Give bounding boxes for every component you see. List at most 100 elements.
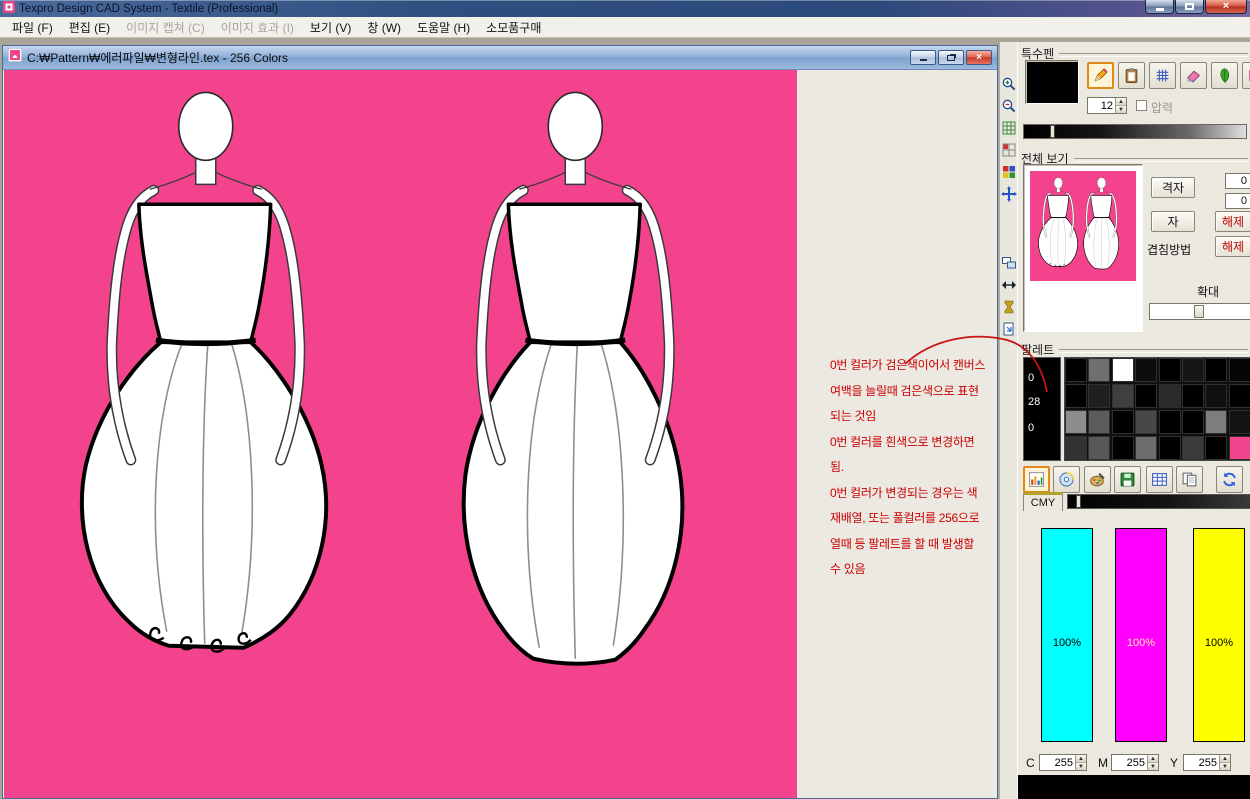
pen-tool-leaf-button[interactable] <box>1211 62 1238 89</box>
palette-swatch[interactable] <box>1205 410 1227 434</box>
palette-swatch[interactable] <box>1182 358 1204 382</box>
drawing-canvas[interactable] <box>4 70 797 799</box>
palette-swatch[interactable] <box>1065 436 1087 460</box>
palette-swatch[interactable] <box>1065 410 1087 434</box>
pen-size-spinner[interactable]: 12 ▲▼ <box>1087 97 1127 114</box>
document-restore-button[interactable] <box>938 50 964 65</box>
palette-pen-button[interactable] <box>1084 466 1111 493</box>
color-cells-button[interactable] <box>1000 163 1018 180</box>
close-button[interactable]: × <box>1205 0 1247 14</box>
palette-swatch[interactable] <box>1088 358 1110 382</box>
palette-swatch[interactable] <box>1182 384 1204 408</box>
palette-swatch[interactable] <box>1205 436 1227 460</box>
palette-swatch[interactable] <box>1135 436 1157 460</box>
palette-table-button[interactable] <box>1146 466 1173 493</box>
spin-up-button[interactable]: ▲ <box>1148 755 1158 763</box>
document-minimize-button[interactable] <box>910 50 936 65</box>
magenta-value-spinner[interactable]: 255 ▲▼ <box>1111 754 1159 771</box>
palette-swatch[interactable] <box>1065 384 1087 408</box>
palette-swatch[interactable] <box>1112 358 1134 382</box>
spin-up-button[interactable]: ▲ <box>1116 98 1126 106</box>
spin-down-button[interactable]: ▼ <box>1076 763 1086 770</box>
pen-tool-mesh-button[interactable] <box>1149 62 1176 89</box>
palette-swatch[interactable] <box>1112 384 1134 408</box>
palette-swatch[interactable] <box>1088 436 1110 460</box>
magenta-bar[interactable]: 100% <box>1115 528 1167 742</box>
overview-preview[interactable] <box>1023 164 1143 332</box>
palette-swatch[interactable] <box>1182 436 1204 460</box>
palette-swatch[interactable] <box>1182 410 1204 434</box>
pen-shade-slider-thumb[interactable] <box>1050 125 1055 138</box>
cmy-shade-slider[interactable] <box>1067 494 1250 509</box>
spin-up-button[interactable]: ▲ <box>1076 755 1086 763</box>
pressure-checkbox[interactable] <box>1136 100 1147 111</box>
palette-current-swatch[interactable]: 0 28 0 <box>1023 357 1061 461</box>
palette-disc-button[interactable] <box>1053 466 1080 493</box>
capture-grid-button[interactable] <box>1000 141 1018 158</box>
zoom-in-button[interactable] <box>1000 75 1018 92</box>
ruler-release-button[interactable]: 해제 <box>1215 211 1250 232</box>
palette-swatch[interactable] <box>1229 436 1250 460</box>
palette-swatch[interactable] <box>1088 410 1110 434</box>
pen-shade-slider[interactable] <box>1023 124 1247 139</box>
minimize-button[interactable] <box>1145 0 1174 14</box>
palette-swatch[interactable] <box>1112 410 1134 434</box>
overview-zoom-slider[interactable] <box>1149 303 1250 320</box>
cmy-shade-slider-thumb[interactable] <box>1076 495 1081 508</box>
palette-swatch[interactable] <box>1229 384 1250 408</box>
tile-windows-button[interactable] <box>1000 254 1018 271</box>
menu-item-view[interactable]: 보기 (V) <box>302 17 359 38</box>
menu-item-help[interactable]: 도움말 (H) <box>409 17 478 38</box>
palette-swatch[interactable] <box>1135 384 1157 408</box>
pen-tool-paste-button[interactable] <box>1118 62 1145 89</box>
pen-tool-pencil-button[interactable] <box>1087 62 1114 89</box>
palette-swatch[interactable] <box>1088 384 1110 408</box>
grid-value-field-2[interactable]: 0 <box>1225 193 1250 209</box>
spin-down-button[interactable]: ▼ <box>1116 106 1126 113</box>
document-close-button[interactable]: × <box>966 50 992 65</box>
grid-value-field-1[interactable]: 0 <box>1225 173 1250 189</box>
palette-histogram-button[interactable] <box>1023 466 1050 493</box>
menu-item-image-capture[interactable]: 이미지 캡쳐 (C) <box>118 17 213 38</box>
maximize-button[interactable] <box>1175 0 1204 14</box>
spin-down-button[interactable]: ▼ <box>1148 763 1158 770</box>
palette-save-button[interactable] <box>1114 466 1141 493</box>
zoom-out-button[interactable] <box>1000 97 1018 114</box>
spin-down-button[interactable]: ▼ <box>1220 763 1230 770</box>
cyan-bar[interactable]: 100% <box>1041 528 1093 742</box>
pen-tool-eraser-button[interactable] <box>1180 62 1207 89</box>
menu-item-image-effect[interactable]: 이미지 효과 (I) <box>213 17 302 38</box>
overview-zoom-slider-thumb[interactable] <box>1194 305 1204 318</box>
grid-view-button[interactable] <box>1000 119 1018 136</box>
spin-up-button[interactable]: ▲ <box>1220 755 1230 763</box>
ruler-toggle-button[interactable]: 자 <box>1151 211 1195 232</box>
menu-item-purchase[interactable]: 소모품구매 <box>478 17 549 38</box>
palette-refresh-button[interactable] <box>1216 466 1243 493</box>
palette-swatch[interactable] <box>1159 384 1181 408</box>
menu-item-file[interactable]: 파일 (F) <box>4 17 61 38</box>
grid-toggle-button[interactable]: 격자 <box>1151 177 1195 198</box>
yellow-bar[interactable]: 100% <box>1193 528 1245 742</box>
palette-copy-button[interactable] <box>1176 466 1203 493</box>
palette-swatch[interactable] <box>1135 358 1157 382</box>
cyan-value-spinner[interactable]: 255 ▲▼ <box>1039 754 1087 771</box>
palette-swatch[interactable] <box>1159 410 1181 434</box>
swap-horizontal-button[interactable] <box>1000 276 1018 293</box>
hourglass-button[interactable] <box>1000 298 1018 315</box>
move-tool-button[interactable] <box>1000 185 1018 202</box>
fit-page-button[interactable] <box>1000 320 1018 337</box>
palette-swatch[interactable] <box>1159 358 1181 382</box>
palette-swatch[interactable] <box>1205 384 1227 408</box>
palette-swatch[interactable] <box>1065 358 1087 382</box>
palette-swatch[interactable] <box>1135 410 1157 434</box>
overlap-release-button[interactable]: 해제 <box>1215 236 1250 257</box>
palette-swatch[interactable] <box>1229 410 1250 434</box>
cmy-tab[interactable]: CMY <box>1023 492 1063 511</box>
menu-item-window[interactable]: 창 (W) <box>359 17 409 38</box>
palette-swatch[interactable] <box>1229 358 1250 382</box>
palette-swatch[interactable] <box>1112 436 1134 460</box>
yellow-value-spinner[interactable]: 255 ▲▼ <box>1183 754 1231 771</box>
menu-item-edit[interactable]: 편집 (E) <box>61 17 118 38</box>
palette-swatch[interactable] <box>1205 358 1227 382</box>
document-titlebar[interactable]: C:₩Pattern₩에러파일₩변형라인.tex - 256 Colors × <box>3 46 997 70</box>
